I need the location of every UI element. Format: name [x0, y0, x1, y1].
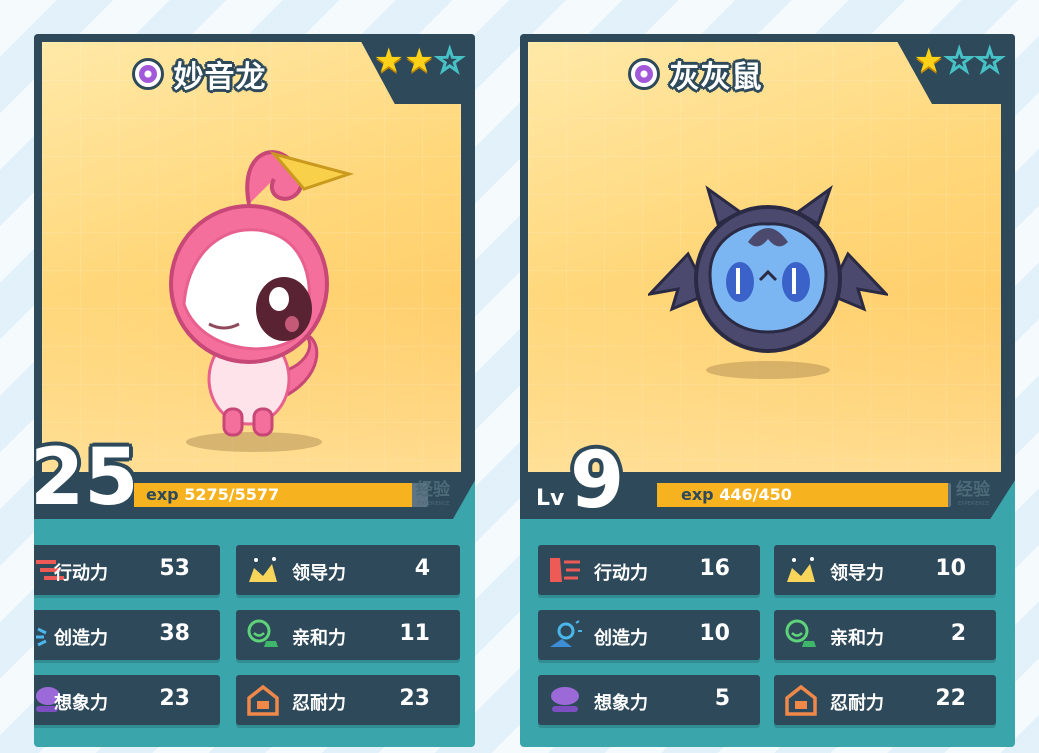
stat-creativity: 创造力 10: [538, 610, 760, 660]
leadership-icon: [787, 557, 815, 582]
stat-creativity: 创造力 38: [34, 610, 220, 660]
stat-imagination: 想象力 5: [538, 675, 760, 725]
stat-label: 行动力: [594, 563, 648, 584]
stat-value: 5: [714, 686, 730, 711]
endurance-icon: [247, 684, 279, 716]
exp-prefix: exp: [681, 485, 714, 504]
stat-value: 11: [399, 621, 430, 646]
exp-sublabel: EXPERIENCE: [418, 501, 450, 507]
affinity-icon: [247, 619, 278, 647]
stat-value: 4: [414, 556, 430, 581]
exp-label: 经验: [416, 480, 450, 500]
exp-bar: exp 5275/5577: [134, 483, 428, 507]
stat-label: 创造力: [594, 628, 648, 649]
stat-label: 忍耐力: [830, 693, 884, 714]
affinity-icon: [785, 619, 816, 647]
endurance-icon: [785, 684, 817, 716]
stat-value: 23: [159, 686, 190, 711]
stat-label: 创造力: [54, 628, 108, 649]
stat-endurance: 忍耐力 23: [236, 675, 460, 725]
creativity-icon: [550, 620, 582, 647]
exp-text: exp 5275/5577: [146, 485, 279, 504]
spirit-type-icon: [131, 58, 164, 90]
star-rating: ★ ★ ☆: [373, 41, 466, 81]
name-banner: 灰灰鼠: [520, 34, 870, 114]
star-empty-icon: ☆: [433, 41, 466, 81]
leadership-icon: [249, 557, 277, 582]
star-filled-icon: ★: [373, 41, 405, 81]
pet-card-huihuishu[interactable]: 灰灰鼠 ★ ☆ ☆ Lv 9 exp 446/450 经验 EXPERIENCE…: [520, 34, 1015, 747]
exp-sublabel: EXPERIENCE: [958, 501, 990, 507]
stat-label: 亲和力: [830, 628, 884, 649]
exp-prefix: exp: [146, 485, 179, 504]
stat-speed: 行动力 16: [538, 545, 760, 595]
stat-value: 38: [159, 621, 190, 646]
stat-label: 亲和力: [292, 628, 346, 649]
spirit-type-icon: [627, 58, 660, 90]
exp-current: 446: [719, 485, 753, 504]
stat-label: 行动力: [54, 563, 108, 584]
stat-label: 想象力: [54, 693, 108, 714]
pet-illustration: [169, 150, 355, 452]
stat-label: 领导力: [830, 563, 884, 584]
stat-leadership: 领导力 4: [236, 545, 460, 595]
exp-max: 450: [758, 485, 792, 504]
exp-bar: exp 446/450: [657, 483, 951, 507]
stat-value: 53: [159, 556, 190, 581]
stat-value: 2: [950, 621, 966, 646]
exp-label: 经验: [956, 480, 990, 500]
stat-value: 23: [399, 686, 430, 711]
star-empty-icon: ☆: [973, 41, 1006, 81]
star-filled-icon: ★: [913, 41, 945, 81]
name-banner: 妙音龙: [34, 34, 364, 114]
speed-icon: [550, 558, 580, 582]
stat-affinity: 亲和力 11: [236, 610, 460, 660]
exp-text: exp 446/450: [681, 485, 792, 504]
pet-illustration: [648, 185, 888, 379]
imagination-icon: [551, 687, 579, 712]
stat-label: 忍耐力: [292, 693, 346, 714]
stat-imagination: 想象力 23: [34, 675, 220, 725]
pet-name: 灰灰鼠: [669, 60, 763, 95]
stat-value: 10: [935, 556, 966, 581]
star-filled-icon: ★: [404, 41, 435, 81]
stat-value: 22: [935, 686, 966, 711]
level-number: 9: [570, 436, 625, 526]
star-empty-icon: ☆: [943, 41, 976, 81]
pet-name: 妙音龙: [173, 60, 267, 95]
stat-endurance: 忍耐力 22: [774, 675, 996, 725]
stat-value: 16: [699, 556, 730, 581]
pet-card-miaoyinlong[interactable]: 妙音龙 ★ ★ ☆ 25 exp 5275/5577 经验 EXPERIENCE…: [34, 34, 475, 747]
level-number: 25: [34, 433, 139, 523]
stat-speed: 行动力 53: [34, 545, 220, 595]
star-rating: ★ ☆ ☆: [913, 41, 1006, 81]
exp-current: 5275: [184, 485, 229, 504]
exp-max: 5577: [234, 485, 280, 504]
level-prefix: Lv: [536, 486, 565, 511]
stat-affinity: 亲和力 2: [774, 610, 996, 660]
stat-label: 想象力: [594, 693, 648, 714]
stat-label: 领导力: [292, 563, 346, 584]
stat-leadership: 领导力 10: [774, 545, 996, 595]
stat-value: 10: [699, 621, 730, 646]
